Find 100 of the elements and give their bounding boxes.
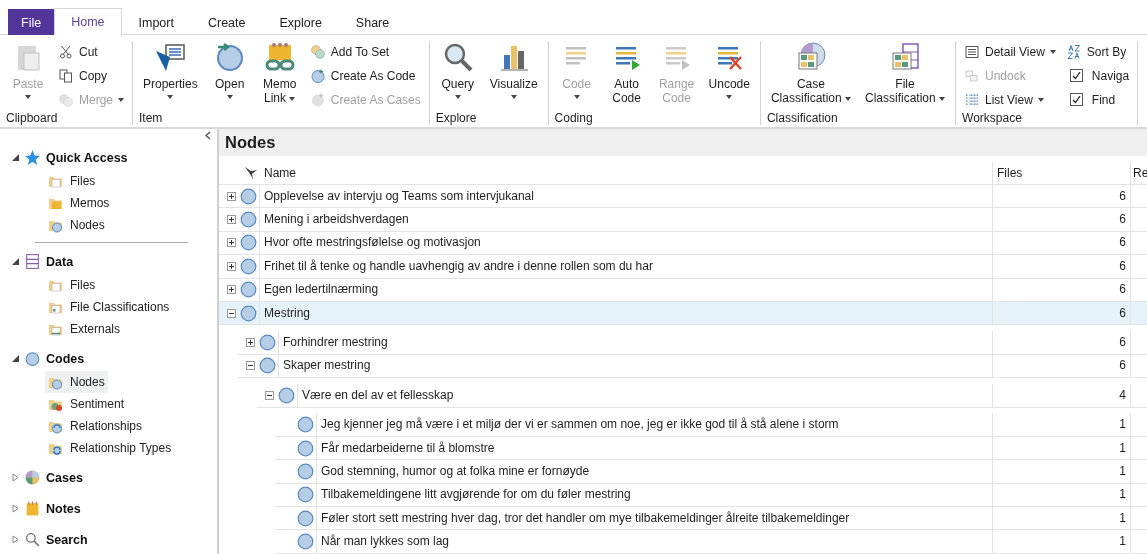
pie-icon: [24, 469, 41, 486]
expand-icon[interactable]: [245, 338, 255, 348]
table-row[interactable]: Frihet til å tenke og handle uavhengig av andre i denne rollen som du har 6: [219, 255, 1147, 279]
expand-icon[interactable]: [226, 285, 236, 295]
ribbon-button[interactable]: Sort By: [1063, 41, 1132, 62]
ribbon-button[interactable]: Visualize: [485, 41, 542, 99]
table-row[interactable]: Være en del av et fellesskap 4: [257, 384, 1147, 408]
nav-section[interactable]: Codes: [0, 346, 91, 371]
ribbon-button[interactable]: Cut: [56, 41, 126, 62]
ribbon-button[interactable]: Auto Code: [604, 41, 649, 105]
checkbox-label: Naviga: [1091, 68, 1130, 83]
nav-item[interactable]: Nodes: [45, 214, 108, 236]
expand-icon[interactable]: [226, 238, 236, 248]
nav-section[interactable]: Quick Access: [0, 145, 134, 170]
table-row[interactable]: Mestring 6: [219, 301, 1147, 326]
table-row[interactable]: Hvor ofte mestringsfølelse og motivasjon 6: [219, 231, 1147, 256]
nav-item[interactable]: Sentiment: [45, 393, 128, 415]
column-header[interactable]: Name: [262, 166, 992, 180]
ribbon-button[interactable]: Query: [435, 41, 480, 99]
cabinet-icon: [24, 253, 41, 270]
ribbon-button[interactable]: Memo Link: [257, 41, 302, 105]
column-header[interactable]: Re: [1130, 162, 1147, 184]
ribbon-button[interactable]: Copy: [56, 65, 126, 86]
ribbon-button[interactable]: Properties: [139, 41, 202, 99]
properties-icon: [154, 41, 187, 73]
caret-icon: [289, 96, 296, 101]
ribbon-tab[interactable]: Share: [338, 9, 407, 35]
caret-icon: [845, 96, 851, 101]
caret-icon: [454, 95, 461, 99]
ribbon-button[interactable]: Detail View: [962, 41, 1058, 62]
file-tab[interactable]: File: [8, 9, 55, 35]
table-cell: 6: [992, 231, 1130, 255]
ribbon-button[interactable]: File Classification: [861, 41, 950, 105]
ribbon-button[interactable]: Uncode: [704, 41, 754, 99]
expand-icon[interactable]: [226, 191, 236, 201]
table-cell: 6: [992, 331, 1130, 355]
checkbox[interactable]: [1069, 69, 1083, 82]
table-row[interactable]: Når man lykkes som lag 1: [276, 530, 1147, 554]
node-name: Mening i arbeidshverdagen: [259, 208, 992, 232]
node-icon: [240, 211, 257, 229]
scissors-icon: [58, 43, 74, 60]
column-header[interactable]: Files: [992, 162, 1130, 184]
expanded-icon: [12, 258, 19, 265]
nav-item[interactable]: Relationship Types: [45, 437, 175, 459]
nav-section[interactable]: Data: [0, 249, 80, 274]
node-icon: [259, 357, 276, 375]
expand-icon[interactable]: [226, 215, 236, 225]
node-name: Mestring: [259, 301, 992, 325]
collapse-icon[interactable]: [264, 390, 274, 400]
nav-section[interactable]: Cases: [0, 465, 89, 490]
table-row[interactable]: God stemning, humor og at folka mine er fornøyde 1: [276, 460, 1147, 484]
nav-item[interactable]: Files: [45, 170, 99, 192]
expand-icon[interactable]: [226, 261, 236, 271]
collapse-pane-icon[interactable]: [205, 131, 211, 140]
ribbon-tab[interactable]: Import: [121, 9, 191, 35]
node-icon: [297, 509, 314, 527]
collapse-icon[interactable]: [226, 308, 236, 318]
node-icon: [297, 439, 314, 457]
table-row[interactable]: Egen ledertilnærming 6: [219, 278, 1147, 302]
ribbon-button[interactable]: List View: [962, 89, 1058, 110]
nav-item[interactable]: Externals: [45, 318, 124, 340]
nav-item[interactable]: File Classifications: [45, 296, 173, 318]
table-cell: 1: [992, 460, 1130, 483]
detail-view-icon: [964, 43, 981, 60]
nav-item[interactable]: Nodes: [45, 371, 108, 393]
classification-icon: [889, 41, 921, 73]
nav-item[interactable]: Relationships: [45, 415, 146, 437]
table-row[interactable]: Forhindrer mestring 6: [238, 331, 1147, 355]
checkbox[interactable]: [1069, 93, 1083, 106]
nav-section[interactable]: Notes: [0, 496, 87, 521]
ribbon-tab[interactable]: Create: [190, 9, 263, 35]
star-icon: [24, 149, 41, 166]
group-label: Classification: [766, 111, 839, 125]
node-icon: [259, 334, 276, 352]
table-row[interactable]: Tilbakemeldingene litt avgjørende for om du føler mestring 1: [276, 483, 1147, 508]
table-row[interactable]: Opplevelse av intervju og Teams som intervjukanal 6: [219, 185, 1147, 209]
ribbon-tab[interactable]: Home: [54, 8, 122, 35]
memo-link-icon: [263, 41, 296, 73]
caret-icon: [1049, 49, 1056, 54]
nav-item[interactable]: Memos: [45, 192, 113, 214]
nav-section[interactable]: Search: [0, 527, 94, 552]
table-cell: 1: [992, 506, 1130, 530]
ribbon-button[interactable]: Create As Code: [307, 65, 423, 86]
nav-item[interactable]: Files: [45, 274, 99, 296]
table-row[interactable]: Føler stort sett mestring hver dag, tror det handler om mye tilbakemeldinger ålreite tilbakemeldinger 1: [276, 507, 1147, 531]
ribbon-tab[interactable]: Explore: [262, 9, 339, 35]
table-cell: 4: [992, 383, 1130, 407]
node-icon: [240, 234, 257, 252]
table-row[interactable]: Mening i arbeidshverdagen 6: [219, 208, 1147, 232]
table-row[interactable]: Får medarbeiderne til å blomstre 1: [276, 436, 1147, 461]
list-view-icon: [964, 91, 981, 108]
search-icon: [24, 531, 41, 548]
circles-icon: [309, 43, 326, 60]
ribbon-button[interactable]: Add To Set: [307, 41, 423, 62]
collapse-icon[interactable]: [245, 361, 255, 371]
ribbon-button[interactable]: Open: [207, 41, 252, 99]
ribbon-button[interactable]: Case Classification: [766, 41, 855, 105]
table-row[interactable]: Skaper mestring 6: [238, 354, 1147, 379]
table-row[interactable]: Jeg kjenner jeg må være i et miljø der vi er sammen om noe, jeg er ikke god til å stå alene i storm 1: [276, 413, 1147, 437]
node-icon: [24, 350, 41, 367]
